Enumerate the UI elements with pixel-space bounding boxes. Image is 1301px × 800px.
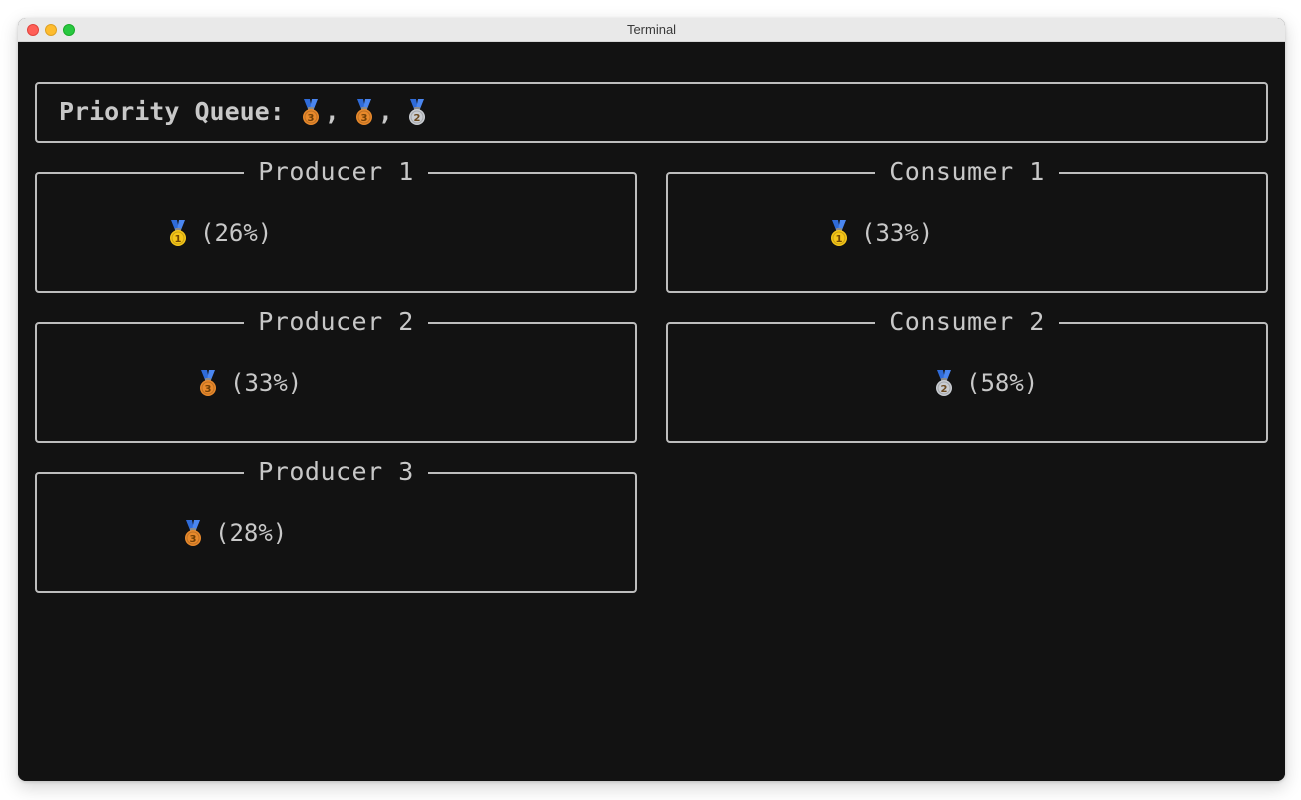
queue-item-3-medal-icon: 2 bbox=[407, 98, 427, 126]
medal-rank-number: 3 bbox=[190, 534, 197, 545]
title-bar: Terminal bbox=[18, 18, 1285, 42]
priority-queue-label: Priority Queue: bbox=[59, 97, 285, 126]
medal-rank-number: 2 bbox=[941, 384, 948, 395]
producer-3-title: Producer 3 bbox=[244, 458, 428, 486]
priority-queue-box: Priority Queue: 3 , 3 , 2 bbox=[35, 82, 1268, 143]
medal-rank-number: 3 bbox=[205, 384, 212, 395]
medal-rank-number: 1 bbox=[175, 234, 182, 245]
queue-item-1-medal-icon: 3 bbox=[301, 98, 321, 126]
queue-separator: , bbox=[324, 97, 340, 126]
consumer-2-status: 2 (58%) bbox=[934, 368, 1038, 398]
consumer-1-title: Consumer 1 bbox=[875, 158, 1059, 186]
producer-3-progress: (28%) bbox=[215, 519, 288, 547]
producer-3-status: 3 (28%) bbox=[183, 518, 287, 548]
producer-2-status: 3 (33%) bbox=[198, 368, 302, 398]
consumer-2-progress: (58%) bbox=[966, 369, 1039, 397]
producer-2-medal-icon: 3 bbox=[198, 369, 218, 397]
consumer-2-medal-icon: 2 bbox=[934, 369, 954, 397]
medal-rank-number: 3 bbox=[307, 113, 314, 124]
queue-separator: , bbox=[377, 97, 393, 126]
terminal-content[interactable]: Priority Queue: 3 , 3 , 2 Producer 1 1 (… bbox=[18, 42, 1285, 781]
producer-3-panel: Producer 3 3 (28%) bbox=[35, 458, 637, 593]
consumer-1-medal-icon: 1 bbox=[829, 219, 849, 247]
consumer-1-progress: (33%) bbox=[861, 219, 934, 247]
priority-queue-line: Priority Queue: 3 , 3 , 2 bbox=[59, 97, 427, 127]
consumer-1-panel: Consumer 1 1 (33%) bbox=[666, 158, 1268, 293]
terminal-window: Terminal Priority Queue: 3 , 3 , 2 Produ… bbox=[18, 18, 1285, 781]
producer-3-medal-icon: 3 bbox=[183, 519, 203, 547]
medal-rank-number: 2 bbox=[413, 113, 420, 124]
producer-1-medal-icon: 1 bbox=[168, 219, 188, 247]
producer-1-status: 1 (26%) bbox=[168, 218, 272, 248]
medal-rank-number: 1 bbox=[836, 234, 843, 245]
producer-2-panel: Producer 2 3 (33%) bbox=[35, 308, 637, 443]
consumer-2-panel: Consumer 2 2 (58%) bbox=[666, 308, 1268, 443]
window-title: Terminal bbox=[626, 22, 677, 37]
medal-rank-number: 3 bbox=[360, 113, 367, 124]
consumer-1-status: 1 (33%) bbox=[829, 218, 933, 248]
producer-2-title: Producer 2 bbox=[244, 308, 428, 336]
queue-item-2-medal-icon: 3 bbox=[354, 98, 374, 126]
producer-1-title: Producer 1 bbox=[244, 158, 428, 186]
producer-1-progress: (26%) bbox=[200, 219, 273, 247]
producer-2-progress: (33%) bbox=[230, 369, 303, 397]
consumer-2-title: Consumer 2 bbox=[875, 308, 1059, 336]
producer-1-panel: Producer 1 1 (26%) bbox=[35, 158, 637, 293]
